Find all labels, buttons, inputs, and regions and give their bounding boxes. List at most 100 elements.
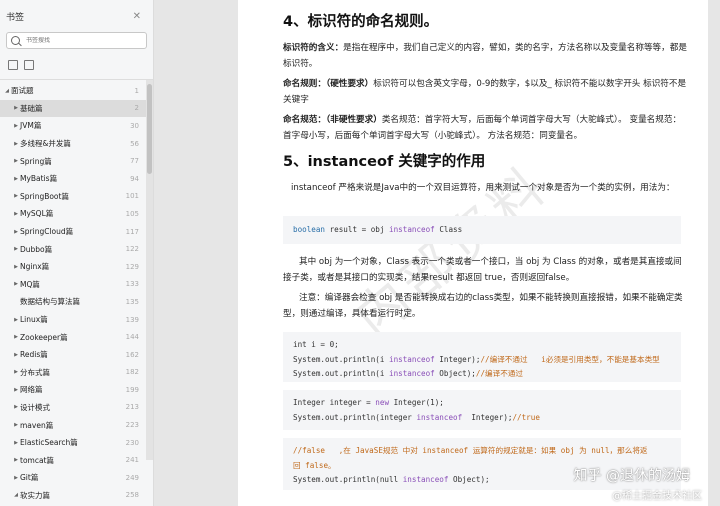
chevron-right-icon[interactable]: ▶ [12, 404, 20, 410]
sidebar-scrollbar[interactable] [146, 80, 153, 460]
bookmark-item[interactable]: ▶ Dubbo篇 122 [0, 240, 153, 258]
bookmark-item[interactable]: ▶ maven篇 223 [0, 416, 153, 434]
paragraph-naming-rules: 命名规则：（硬性要求）标识符可以包含英文字母，0-9的数字，$以及_ 标识符不能… [283, 76, 688, 108]
bookmark-page-number: 258 [125, 491, 139, 500]
bookmark-item[interactable]: ▶ MQ篇 133 [0, 276, 153, 294]
bookmark-search[interactable] [6, 32, 147, 49]
bookmark-item[interactable]: ▶ Redis篇 162 [0, 346, 153, 364]
bookmark-page-number: 101 [125, 192, 139, 201]
document-page: 内部资料 4、标识符的命名规则。 标识符的含义：是指在程序中，我们自己定义的内容… [238, 0, 708, 506]
bookmark-item[interactable]: ▶ MySQL篇 105 [0, 205, 153, 223]
bookmark-label: 分布式篇 [20, 367, 50, 377]
code-comment: //false ,在 JavaSE规范 中对 instanceof 运算符的规定… [293, 446, 648, 455]
bookmark-label: Spring篇 [20, 156, 52, 166]
chevron-right-icon[interactable]: ▶ [12, 229, 20, 235]
code-text: Integer); [434, 354, 481, 364]
code-text: Integer integer = [293, 398, 376, 407]
bookmark-item[interactable]: ▶ SpringBoot篇 101 [0, 188, 153, 206]
expand-all-icon[interactable] [8, 60, 18, 70]
search-icon [11, 36, 20, 45]
chevron-right-icon[interactable]: ▶ [12, 281, 20, 287]
bookmark-page-number: 105 [125, 209, 139, 218]
sidebar-toolbar [0, 55, 153, 75]
chevron-right-icon[interactable]: ▶ [12, 193, 20, 199]
chevron-right-icon[interactable]: ▶ [12, 264, 20, 270]
code-text: System.out.println(null [293, 475, 403, 484]
bookmark-label: maven篇 [20, 420, 54, 430]
chevron-right-icon[interactable]: ▶ [12, 422, 20, 428]
bookmark-item[interactable]: ▶ JVM篇 30 [0, 117, 153, 135]
paragraph-naming-conventions: 命名规范：（非硬性要求）类名规范：首字符大写，后面每个单词首字母大写（大驼峰式）… [283, 112, 688, 144]
zhihu-watermark: 知乎 @退休的汤姆 [573, 468, 690, 484]
code-text: System.out.println(integer [293, 412, 417, 422]
chevron-right-icon[interactable]: ▶ [12, 440, 20, 446]
bookmark-item[interactable]: ◢ 面试题 1 [0, 82, 153, 100]
bookmark-item[interactable]: ▶ 网络篇 199 [0, 381, 153, 399]
bookmark-item[interactable]: ▶ MyBatis篇 94 [0, 170, 153, 188]
chevron-right-icon[interactable]: ▶ [12, 369, 20, 375]
paragraph-identifier-meaning: 标识符的含义：是指在程序中，我们自己定义的内容，譬如，类的名字，方法名称以及变量… [283, 40, 688, 72]
chevron-down-icon[interactable]: ◢ [3, 88, 11, 94]
code-line: int i = 0; [293, 340, 339, 349]
bookmark-label: SpringBoot篇 [20, 191, 69, 201]
bold-label: 命名规则：（硬性要求） [283, 79, 374, 89]
bookmark-sidebar: 书签 ✕ ◢面试题1▶基础篇2▶JVM篇30▶多线程&并发篇56▶Spring篇… [0, 0, 154, 506]
chevron-right-icon[interactable]: ▶ [12, 387, 20, 393]
bold-label: 命名规范：（非硬性要求） [283, 115, 382, 125]
paragraph-instanceof-intro: instanceof 严格来说是Java中的一个双目运算符，用来测试一个对象是否… [291, 183, 675, 193]
bookmark-item[interactable]: ▶ 基础篇 2 [0, 99, 153, 118]
bookmark-label: MySQL篇 [20, 209, 54, 219]
bookmark-item[interactable]: ▶ Linux篇 139 [0, 311, 153, 329]
bookmark-label: 网络篇 [20, 385, 43, 395]
bookmark-item[interactable]: ▶ 设计模式 213 [0, 399, 153, 417]
chevron-right-icon[interactable]: ▶ [12, 317, 20, 323]
bookmark-item[interactable]: ▶ Nginx篇 129 [0, 258, 153, 276]
bookmark-search-input[interactable] [26, 37, 136, 44]
bookmark-item[interactable]: ▶ 多线程&并发篇 56 [0, 135, 153, 153]
bookmark-page-number: 199 [125, 385, 139, 394]
chevron-down-icon[interactable]: ◢ [12, 492, 20, 498]
scrollbar-thumb[interactable] [147, 84, 152, 174]
chevron-right-icon[interactable]: ▶ [12, 246, 20, 252]
bookmark-add-icon[interactable] [24, 60, 34, 70]
chevron-right-icon[interactable]: ▶ [12, 334, 20, 340]
bold-label: 标识符的含义： [283, 43, 344, 53]
bookmark-label: 多线程&并发篇 [20, 139, 71, 149]
bookmark-item[interactable]: ▶ 分布式篇 182 [0, 364, 153, 382]
code-text: Integer); [462, 412, 513, 422]
bookmark-item[interactable]: ◢ 软实力篇 258 [0, 487, 153, 505]
code-comment: //true [512, 412, 540, 422]
chevron-right-icon[interactable]: ▶ [12, 211, 20, 217]
paragraph-instanceof-note: 注意：编译器会检查 obj 是否能转换成右边的class类型，如果不能转换则直接… [283, 293, 683, 319]
close-icon[interactable]: ✕ [133, 11, 141, 22]
chevron-right-icon[interactable]: ▶ [12, 141, 20, 147]
bookmark-item[interactable]: ▶ SpringCloud篇 117 [0, 223, 153, 241]
sidebar-title: 书签 [6, 12, 25, 23]
bookmark-item[interactable]: ▶ Git篇 249 [0, 469, 153, 487]
chevron-right-icon[interactable]: ▶ [12, 105, 20, 111]
bookmark-label: MQ篇 [20, 279, 40, 289]
bookmark-page-number: 241 [125, 456, 139, 465]
bookmark-item[interactable]: 数据结构与算法篇 135 [0, 293, 153, 311]
bookmark-label: Redis篇 [20, 350, 48, 360]
bookmark-item[interactable]: ▶ tomcat篇 241 [0, 451, 153, 469]
bookmark-item[interactable]: ▶ ElasticSearch篇 230 [0, 434, 153, 452]
code-keyword: instanceof [389, 354, 435, 364]
chevron-right-icon[interactable]: ▶ [12, 457, 20, 463]
bookmark-page-number: 135 [125, 297, 139, 306]
chevron-right-icon[interactable]: ▶ [12, 352, 20, 358]
code-text: Integer(1); [389, 398, 444, 407]
bookmark-label: JVM篇 [20, 121, 42, 131]
bookmark-item[interactable]: ▶ Zookeeper篇 144 [0, 328, 153, 346]
bookmark-label: 数据结构与算法篇 [20, 297, 80, 307]
chevron-right-icon[interactable]: ▶ [12, 475, 20, 481]
bookmark-page-number: 182 [125, 368, 139, 377]
code-text: Object); [434, 369, 476, 378]
chevron-right-icon[interactable]: ▶ [12, 123, 20, 129]
chevron-right-icon[interactable]: ▶ [12, 158, 20, 164]
code-comment: //编译不通过 i必须是引用类型，不能是基本类型 [480, 354, 660, 364]
juejin-watermark: @稀土掘金技术社区 [612, 491, 702, 502]
bookmark-item[interactable]: ▶ Spring篇 77 [0, 152, 153, 170]
chevron-right-icon[interactable]: ▶ [12, 176, 20, 182]
bookmark-page-number: 144 [125, 333, 139, 342]
